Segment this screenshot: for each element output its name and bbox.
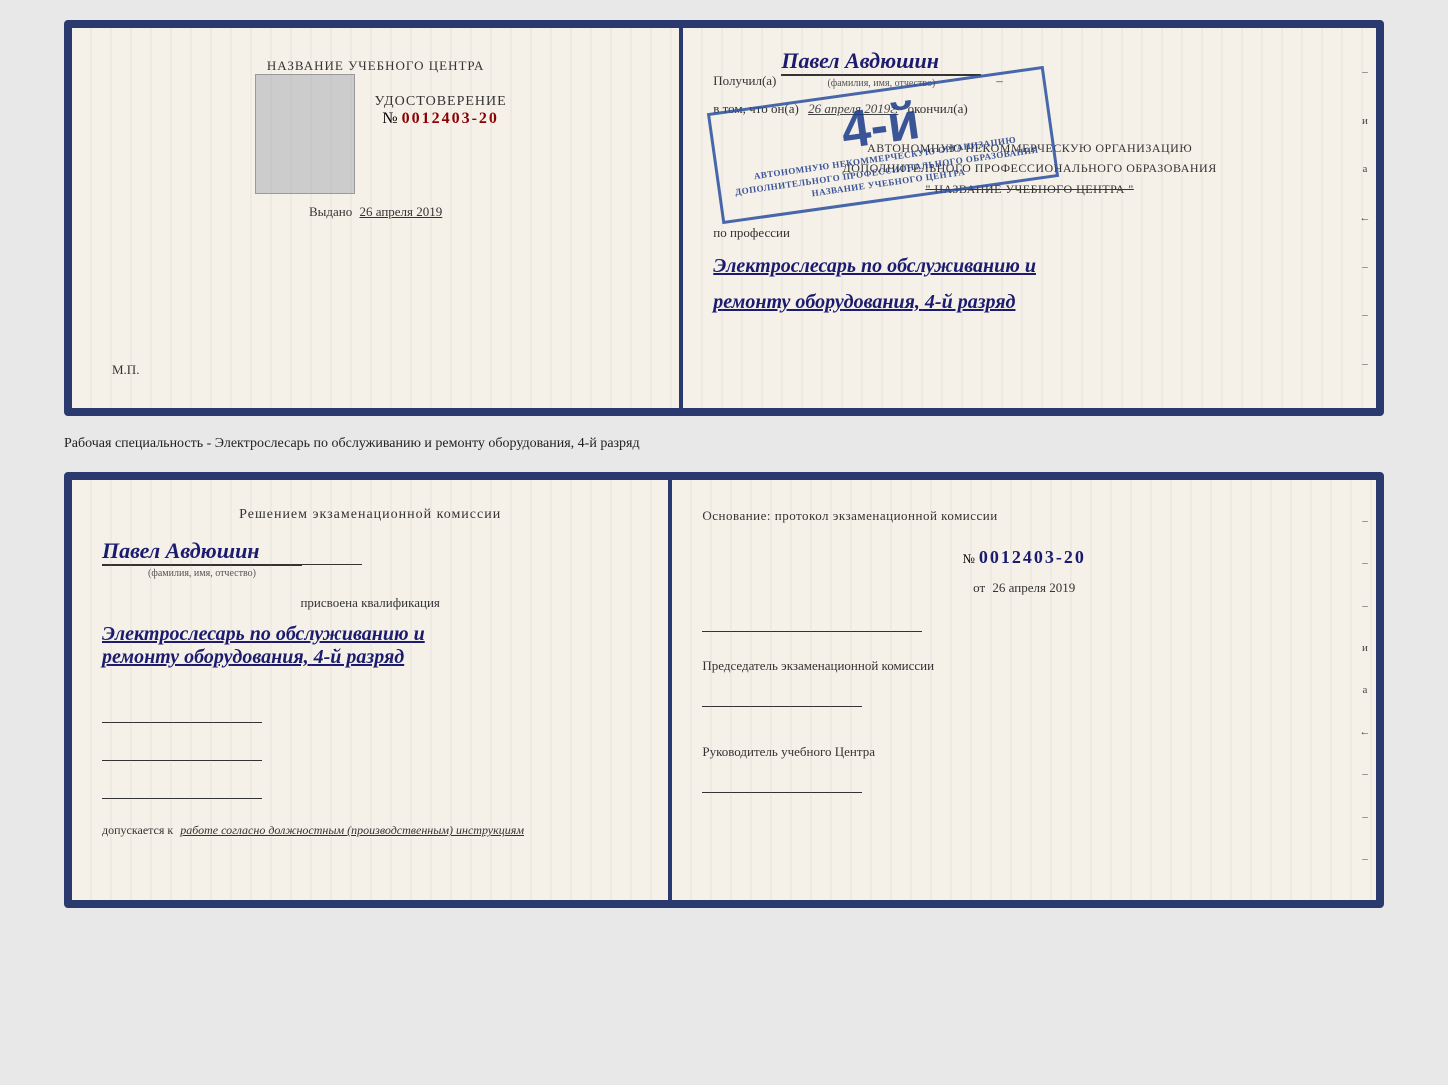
bottom-document: Решением экзаменационной комиссии Павел …	[64, 472, 1384, 908]
bottom-left-page: Решением экзаменационной комиссии Павел …	[72, 480, 672, 900]
cert-number: 0012403-20	[402, 110, 499, 127]
dash-sep	[702, 612, 922, 632]
vydano-date: 26 апреля 2019	[359, 204, 442, 219]
dash-after-name: –	[996, 73, 1003, 89]
udostoverenie-title: УДОСТОВЕРЕНИЕ	[375, 94, 507, 110]
sig-line-2	[102, 741, 262, 761]
cert-number-line: № 0012403-20	[375, 110, 507, 128]
photo-placeholder	[255, 74, 355, 194]
okonchil-label: окончил(а)	[908, 101, 968, 116]
predsedatel-sig-line	[702, 687, 862, 707]
prisvoen-label: присвоена квалификация	[300, 595, 439, 610]
bottom-right-page: Основание: протокол экзаменационной коми…	[672, 480, 1376, 900]
dopuskaetsya-label: допускается к	[102, 823, 173, 837]
mp-label: М.П.	[112, 362, 139, 378]
po-professii-label: по профессии	[713, 221, 1346, 244]
sig-lines	[102, 693, 638, 799]
top-document: НАЗВАНИЕ УЧЕБНОГО ЦЕНТРА УДОСТОВЕРЕНИЕ №…	[64, 20, 1384, 416]
bottom-fio-subtext: (фамилия, имя, отчество)	[102, 565, 302, 579]
vydano-label: Выдано	[309, 204, 352, 219]
protocol-number: 0012403-20	[979, 547, 1086, 567]
profession-line2: ремонту оборудования, 4-й разряд	[713, 284, 1346, 320]
recipient-name: Павел Авдюшин	[781, 48, 939, 74]
org-line3: " НАЗВАНИЕ УЧЕБНОГО ЦЕНТРА "	[713, 179, 1346, 199]
resolution-title: Решением экзаменационной комиссии	[102, 504, 638, 526]
protocol-number-block: № 0012403-20	[702, 547, 1346, 568]
sig-line-3	[102, 779, 262, 799]
poluchil-label: Получил(а)	[713, 73, 776, 89]
rukov-label: Руководитель учебного Центра	[702, 742, 1346, 763]
protocol-number-prefix: №	[962, 551, 974, 566]
ot-label: от	[973, 580, 985, 595]
dopuskaetsya-block: допускается к работе согласно должностны…	[102, 823, 638, 838]
org-block: АВТОНОМНУЮ НЕКОММЕРЧЕСКУЮ ОРГАНИЗАЦИЮ ДО…	[713, 138, 1346, 199]
dopuskaetsya-text: работе согласно должностным (производств…	[180, 823, 524, 837]
poluchil-block: Получил(а) Павел Авдюшин (фамилия, имя, …	[713, 48, 1346, 89]
bottom-profession-line2: ремонту оборудования, 4-й разряд	[102, 646, 638, 669]
bottom-profession-line1: Электрослесарь по обслуживанию и	[102, 623, 638, 646]
rukov-block: Руководитель учебного Центра	[702, 742, 1346, 800]
left-middle-row: УДОСТОВЕРЕНИЕ № 0012403-20	[245, 74, 507, 194]
cert-number-prefix: №	[382, 110, 397, 127]
profession-block: по профессии Электрослесарь по обслужива…	[713, 221, 1346, 320]
side-decorations: – и а ← – – –	[1354, 28, 1376, 408]
org-line1: АВТОНОМНУЮ НЕКОММЕРЧЕСКУЮ ОРГАНИЗАЦИЮ	[713, 138, 1346, 158]
sig-line-1	[102, 703, 262, 723]
vydano-line: Выдано 26 апреля 2019	[309, 204, 442, 220]
vtom-label: в том, что он(а)	[713, 101, 799, 116]
profession-line1: Электрослесарь по обслуживанию и	[713, 248, 1346, 284]
rukov-sig-line	[702, 773, 862, 793]
predsedatel-label: Председатель экзаменационной комиссии	[702, 656, 1346, 677]
vtom-date: 26 апреля 2019г.	[808, 101, 898, 116]
ot-date-block: от 26 апреля 2019	[702, 580, 1346, 596]
prisvoen-block: присвоена квалификация	[102, 595, 638, 611]
predsedatel-block: Председатель экзаменационной комиссии	[702, 656, 1346, 714]
org-line2: ДОПОЛНИТЕЛЬНОГО ПРОФЕССИОНАЛЬНОГО ОБРАЗО…	[713, 158, 1346, 178]
top-left-page: НАЗВАНИЕ УЧЕБНОГО ЦЕНТРА УДОСТОВЕРЕНИЕ №…	[72, 28, 683, 408]
bottom-profession-block: Электрослесарь по обслуживанию и ремонту…	[102, 623, 638, 669]
top-right-page: Получил(а) Павел Авдюшин (фамилия, имя, …	[683, 28, 1376, 408]
udostoverenie-block: УДОСТОВЕРЕНИЕ № 0012403-20	[375, 94, 507, 128]
ot-date: 26 апреля 2019	[992, 580, 1075, 595]
subtitle-text: Рабочая специальность - Электрослесарь п…	[64, 432, 1384, 456]
fio-subtext: (фамилия, имя, отчество)	[781, 75, 981, 89]
osnov-block: Основание: протокол экзаменационной коми…	[702, 504, 1346, 527]
vtom-block: в том, что он(а) 26 апреля 2019г. окончи…	[713, 99, 1346, 120]
bottom-side-decorations: – – – и а ← – – –	[1354, 480, 1376, 900]
top-left-title: НАЗВАНИЕ УЧЕБНОГО ЦЕНТРА	[267, 58, 484, 74]
bottom-recipient-name: Павел Авдюшин	[102, 538, 260, 564]
bottom-name-block: Павел Авдюшин (фамилия, имя, отчество)	[102, 538, 638, 579]
osnov-label: Основание: протокол экзаменационной коми…	[702, 504, 1346, 527]
